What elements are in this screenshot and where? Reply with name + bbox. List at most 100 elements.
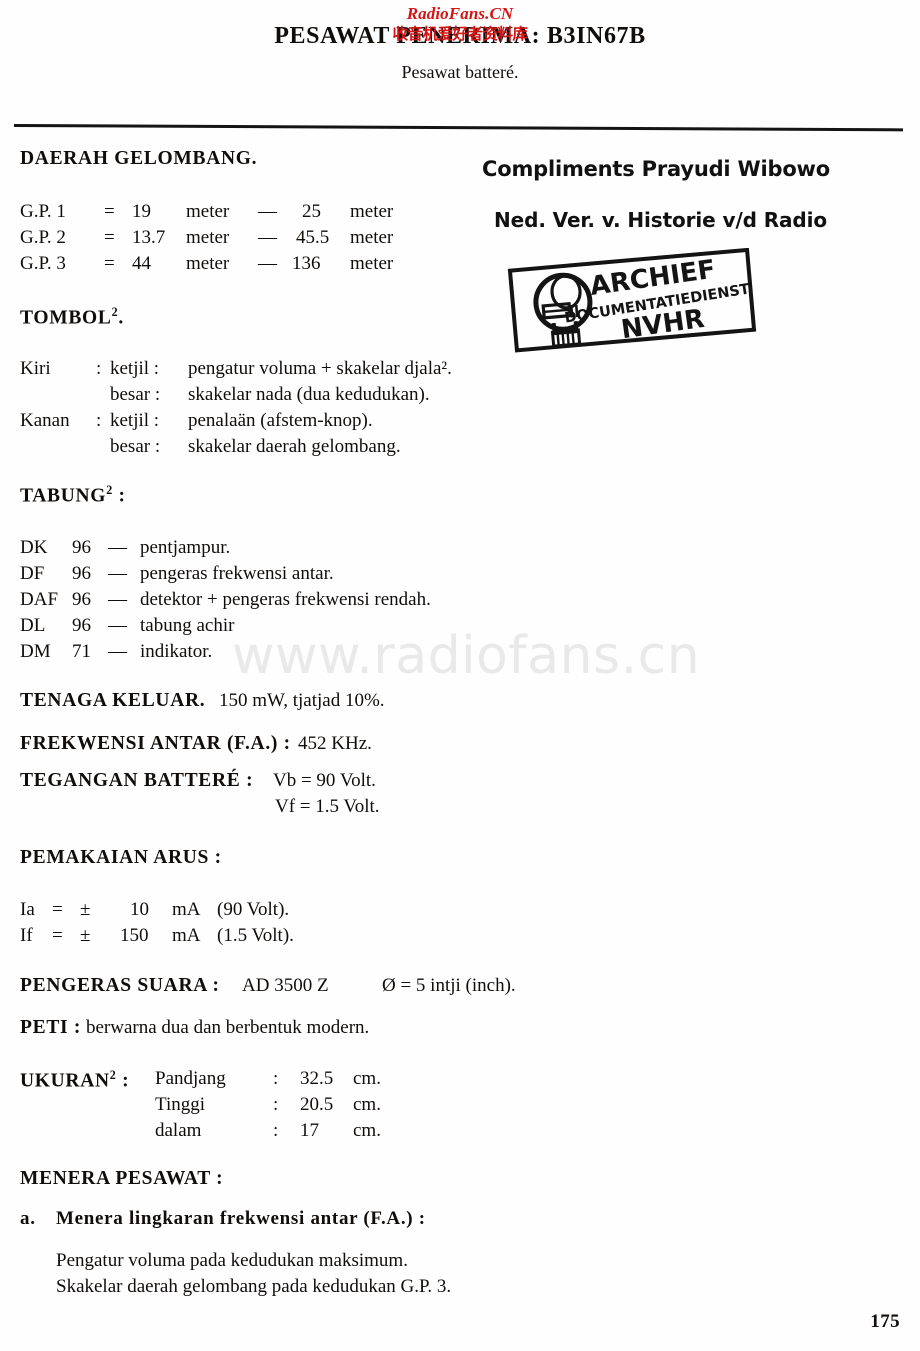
waveband-dash: — [258,253,277,274]
knob-sep: : [96,410,102,431]
knob-sep: : [96,358,102,379]
page-title: PESAWAT PENERIMA: B3IN67B [274,23,646,49]
heading-daerah-gelombang: DAERAH GELOMBANG. [20,148,258,169]
tube-dash: — [108,563,127,584]
waveband-from: 19 [132,201,151,222]
tube-func: tabung achir [140,615,235,636]
heading-tabung: TABUNG2 : [20,483,126,508]
battery-voltage-vb: Vb = 90 Volt. [273,770,376,791]
knob-desc: skakelar nada (dua kedudukan). [188,384,430,405]
dimension-name: Pandjang [155,1068,226,1089]
radiofans-grey-watermark: www.radiofans.cn [232,626,701,686]
current-plusminus: ± [80,925,91,946]
alignment-body-line-1: Pengatur voluma pada kedudukan maksimum. [56,1250,408,1271]
tube-dash: — [108,641,127,662]
output-power-label: TENAGA KELUAR. [20,690,206,711]
waveband-band: G.P. 2 [20,227,66,248]
dimension-sep: : [273,1120,279,1141]
dimension-unit: cm. [353,1094,381,1115]
battery-voltage-vf: Vf = 1.5 Volt. [275,796,380,817]
tube-type: DF [20,563,45,584]
waveband-to: 25 [302,201,321,222]
dimension-name: Tinggi [155,1094,205,1115]
cabinet-value: berwarna dua dan berbentuk modern. [86,1017,370,1038]
waveband-from: 44 [132,253,151,274]
speaker-label: PENGERAS SUARA : [20,975,220,996]
waveband-unit2: meter [350,201,394,222]
waveband-unit2: meter [350,227,394,248]
tube-func: indikator. [140,641,213,662]
knob-size: ketjil : [110,358,160,379]
tube-type: DL [20,615,46,636]
tube-dash: — [108,537,127,558]
waveband-to: 45.5 [296,227,330,248]
current-eq: = [52,925,63,946]
dimension-value: 17 [300,1120,319,1141]
heading-tabung-text: TABUNG [20,485,107,507]
speaker-model: AD 3500 Z [242,975,329,996]
dimension-sep: : [273,1068,279,1089]
dimension-unit: cm. [353,1068,381,1089]
waveband-band: G.P. 1 [20,201,66,222]
battery-voltage-label: TEGANGAN BATTERÉ : [20,770,254,791]
if-frequency-value: 452 KHz. [298,733,372,754]
tube-num: 96 [72,563,91,584]
page-subtitle: Pesawat batteré. [401,62,519,82]
waveband-band: G.P. 3 [20,253,66,274]
waveband-dash: — [258,201,277,222]
tube-dash: — [108,589,127,610]
tube-dash: — [108,615,127,636]
waveband-unit1: meter [186,253,230,274]
heading-tabung-sup: 2 [106,483,113,497]
waveband-eq: = [104,227,115,248]
tube-num: 71 [72,641,91,662]
tube-type: DK [20,537,48,558]
knob-desc: penalaän (afstem-knop). [188,410,373,431]
tube-num: 96 [72,615,91,636]
dimensions-label-tail: : [116,1070,130,1092]
knob-size: ketjil : [110,410,160,431]
waveband-eq: = [104,253,115,274]
tube-type: DAF [20,589,59,610]
if-frequency-label: FREKWENSI ANTAR (F.A.) : [20,733,291,754]
alignment-item-text: Menera lingkaran frekwensi antar (F.A.) … [56,1208,426,1229]
tube-num: 96 [72,589,91,610]
heading-tabung-tail: : [112,485,126,507]
alignment-item-label: a. [20,1208,36,1229]
current-condition: (1.5 Volt). [217,925,294,946]
current-unit: mA [172,925,201,946]
knob-size: besar : [110,436,161,457]
radiofans-red-watermark-latin: RadioFans.CN [406,4,514,23]
knob-side: Kiri [20,358,51,379]
dimensions-label: UKURAN2 : [20,1068,129,1093]
waveband-from: 13.7 [132,227,166,248]
current-eq: = [52,899,63,920]
heading-tombol: TOMBOL2. [20,305,124,330]
alignment-body-line-2: Skakelar daerah gelombang pada kedudukan… [56,1276,452,1297]
current-plusminus: ± [80,899,91,920]
current-value: 10 [130,899,149,920]
heading-pemakaian-arus: PEMAKAIAN ARUS : [20,847,222,868]
tube-num: 96 [72,537,91,558]
tube-func: pengeras frekwensi antar. [140,563,334,584]
stamp-graphic: ARCHIEF DOCUMENTATIEDIENST NVHR [507,248,757,353]
tube-func: pentjampur. [140,537,231,558]
waveband-unit2: meter [350,253,394,274]
nvhr-archive-stamp: ARCHIEF DOCUMENTATIEDIENST NVHR [505,248,763,353]
knob-desc: skakelar daerah gelombang. [188,436,401,457]
heading-tombol-text: TOMBOL [20,307,112,329]
cabinet-label: PETI : [20,1017,82,1038]
waveband-to: 136 [292,253,321,274]
dimension-name: dalam [155,1120,202,1141]
dimensions-label-text: UKURAN [20,1070,110,1092]
current-condition: (90 Volt). [217,899,290,920]
knob-desc: pengatur voluma + skakelar djala². [188,358,452,379]
society-annotation: Ned. Ver. v. Historie v/d Radio [494,208,828,232]
knob-size: besar : [110,384,161,405]
output-power-value: 150 mW, tjatjad 10%. [219,690,385,711]
dimension-sep: : [273,1094,279,1115]
waveband-unit1: meter [186,201,230,222]
horizontal-rule [13,124,903,132]
current-value: 150 [120,925,149,946]
speaker-diameter: Ø = 5 intji (inch). [382,975,516,996]
